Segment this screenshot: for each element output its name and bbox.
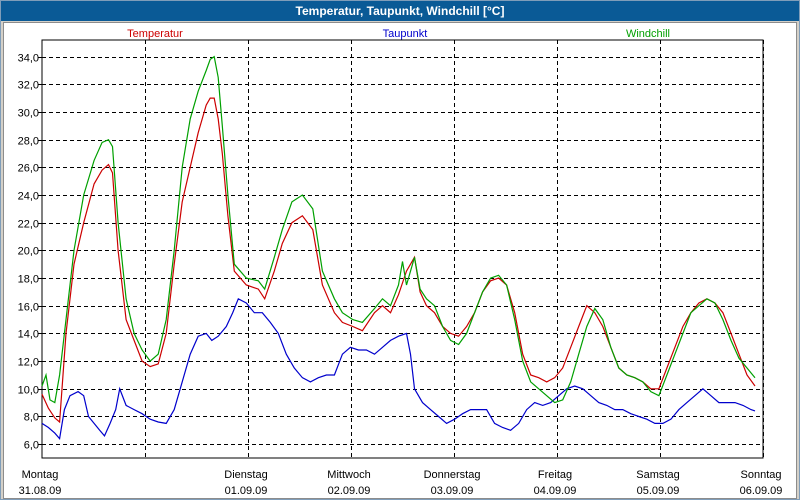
series-line-windchill	[41, 55, 756, 404]
series-line-taupunkt	[41, 297, 756, 440]
x-tick-day-label: Sonntag	[741, 469, 782, 481]
x-tick-day-label: Dienstag	[224, 469, 267, 481]
y-tick-label: 10,0	[18, 385, 39, 397]
x-tick-date-label: 06.09.09	[740, 485, 783, 497]
x-tick-date-label: 02.09.09	[328, 485, 371, 497]
x-tick-date-label: 04.09.09	[534, 485, 577, 497]
y-tick-label: 12,0	[18, 357, 39, 369]
x-tick-date-label: 31.08.09	[19, 485, 62, 497]
y-tick-label: 26,0	[18, 163, 39, 175]
series-line-temperatur	[41, 97, 756, 424]
legend-windchill: Windchill	[626, 28, 670, 40]
legend-temperatur: Temperatur	[127, 28, 183, 40]
x-tick-day-label: Samstag	[636, 469, 679, 481]
y-tick-label: 8,0	[24, 412, 39, 424]
y-tick-label: 6,0	[24, 440, 39, 452]
plot-area-border	[41, 39, 764, 459]
y-tick-label: 28,0	[18, 136, 39, 148]
x-tick-date-label: 05.09.09	[637, 485, 680, 497]
y-tick-label: 14,0	[18, 329, 39, 341]
y-tick-label: 34,0	[18, 53, 39, 65]
x-tick-day-label: Montag	[22, 469, 59, 481]
y-tick-label: 18,0	[18, 274, 39, 286]
y-tick-label: 16,0	[18, 302, 39, 314]
x-tick-day-label: Freitag	[538, 469, 572, 481]
x-tick-date-label: 01.09.09	[225, 485, 268, 497]
y-tick-label: 22,0	[18, 219, 39, 231]
legend-taupunkt: Taupunkt	[383, 28, 428, 40]
y-tick-label: 20,0	[18, 246, 39, 258]
x-tick-day-label: Donnerstag	[424, 469, 481, 481]
x-tick-date-label: 03.09.09	[431, 485, 474, 497]
y-tick-label: 24,0	[18, 191, 39, 203]
x-tick-day-label: Mittwoch	[327, 469, 370, 481]
y-tick-label: 32,0	[18, 80, 39, 92]
chart-svg: 6,0 8,0 10,0 12,0 14,0 16,0 18,0 20,0 22,0 24,0 26…	[18, 28, 783, 497]
y-tick-label: 30,0	[18, 108, 39, 120]
